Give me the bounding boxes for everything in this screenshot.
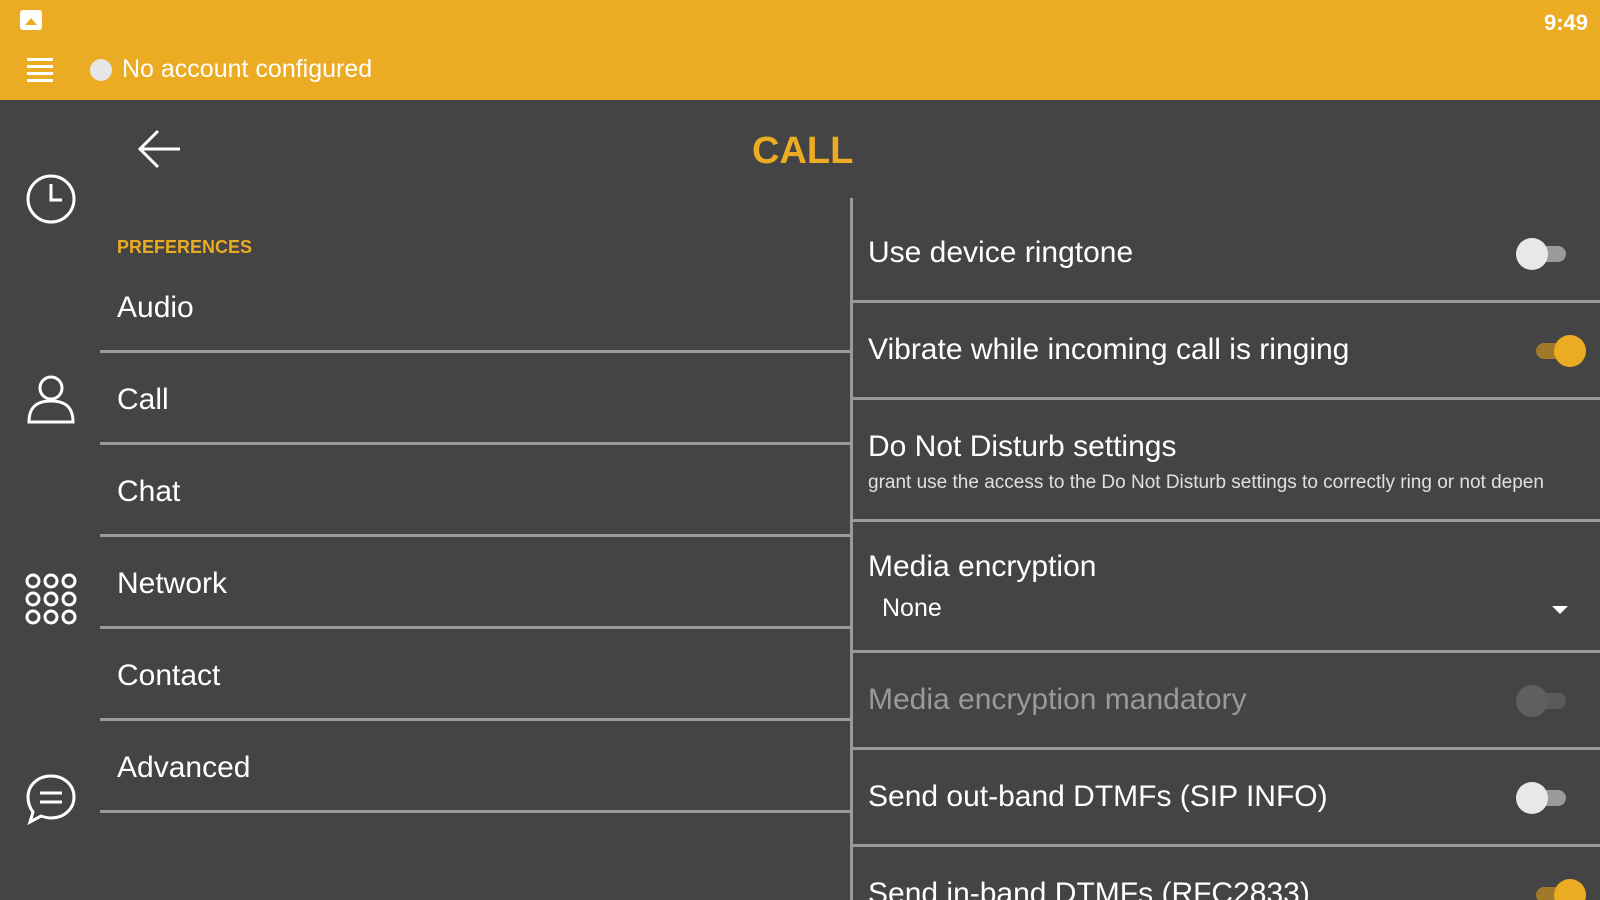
setting-label: Media encryption (868, 550, 1097, 583)
pref-item-label: Audio (117, 291, 194, 324)
setting-do-not-disturb[interactable]: Do Not Disturb settings grant use the ac… (853, 400, 1600, 522)
setting-description: grant use the access to the Do Not Distu… (868, 472, 1544, 493)
pref-item-network[interactable]: Network (100, 537, 850, 629)
media-encryption-mandatory-toggle (1516, 684, 1572, 718)
setting-label: Send out-band DTMFs (SIP INFO) (868, 780, 1328, 813)
pref-item-label: Chat (117, 475, 181, 508)
setting-label: Use device ringtone (868, 236, 1134, 269)
dropdown-arrow-icon[interactable] (1552, 606, 1568, 614)
pref-item-label: Contact (117, 659, 221, 692)
back-arrow-icon[interactable] (134, 124, 184, 174)
sip-info-toggle[interactable] (1516, 781, 1572, 815)
media-encryption-select-value[interactable]: None (882, 594, 942, 623)
contacts-person-icon[interactable] (24, 372, 78, 426)
setting-send-outband-dtmf[interactable]: Send out-band DTMFs (SIP INFO) (853, 750, 1600, 847)
status-clock: 9:49 (1543, 10, 1588, 35)
device-ringtone-toggle[interactable] (1516, 237, 1572, 271)
top-bar: 9:49 No account configured (0, 0, 1600, 100)
pref-item-label: Network (117, 567, 228, 600)
pref-item-advanced[interactable]: Advanced (100, 721, 850, 813)
setting-label: Send in-band DTMFs (RFC2833) (868, 877, 1310, 900)
setting-label: Vibrate while incoming call is ringing (868, 333, 1350, 366)
pref-item-label: Call (117, 383, 169, 416)
setting-label: Do Not Disturb settings (868, 430, 1177, 463)
page-title: CALL (752, 130, 854, 172)
pref-item-chat[interactable]: Chat (100, 445, 850, 537)
image-icon (20, 10, 42, 30)
pref-item-call[interactable]: Call (100, 353, 850, 445)
history-clock-icon[interactable] (24, 172, 78, 226)
linphone-settings-screen: 9:49 No account configured CALL PREFEREN… (0, 0, 1600, 900)
pref-item-contact[interactable]: Contact (100, 629, 850, 721)
setting-label: Media encryption mandatory (868, 683, 1247, 716)
setting-vibrate-while-ringing[interactable]: Vibrate while incoming call is ringing (853, 303, 1600, 400)
setting-media-encryption-mandatory: Media encryption mandatory (853, 653, 1600, 750)
rfc2833-toggle[interactable] (1530, 878, 1586, 900)
setting-media-encryption[interactable]: Media encryption None (853, 522, 1600, 653)
pref-item-audio[interactable]: Audio (100, 261, 850, 353)
pref-item-label: Advanced (117, 751, 251, 784)
preferences-section-title: PREFERENCES (117, 237, 253, 257)
setting-send-inband-dtmf[interactable]: Send in-band DTMFs (RFC2833) (853, 847, 1600, 900)
vibrate-toggle[interactable] (1530, 334, 1586, 368)
setting-use-device-ringtone[interactable]: Use device ringtone (853, 206, 1600, 303)
account-status-dot-icon (90, 59, 112, 81)
chat-bubble-icon[interactable] (24, 772, 78, 826)
hamburger-menu-icon[interactable] (27, 58, 53, 82)
dialer-keypad-icon[interactable] (24, 572, 78, 626)
account-status-text[interactable]: No account configured (122, 55, 372, 84)
